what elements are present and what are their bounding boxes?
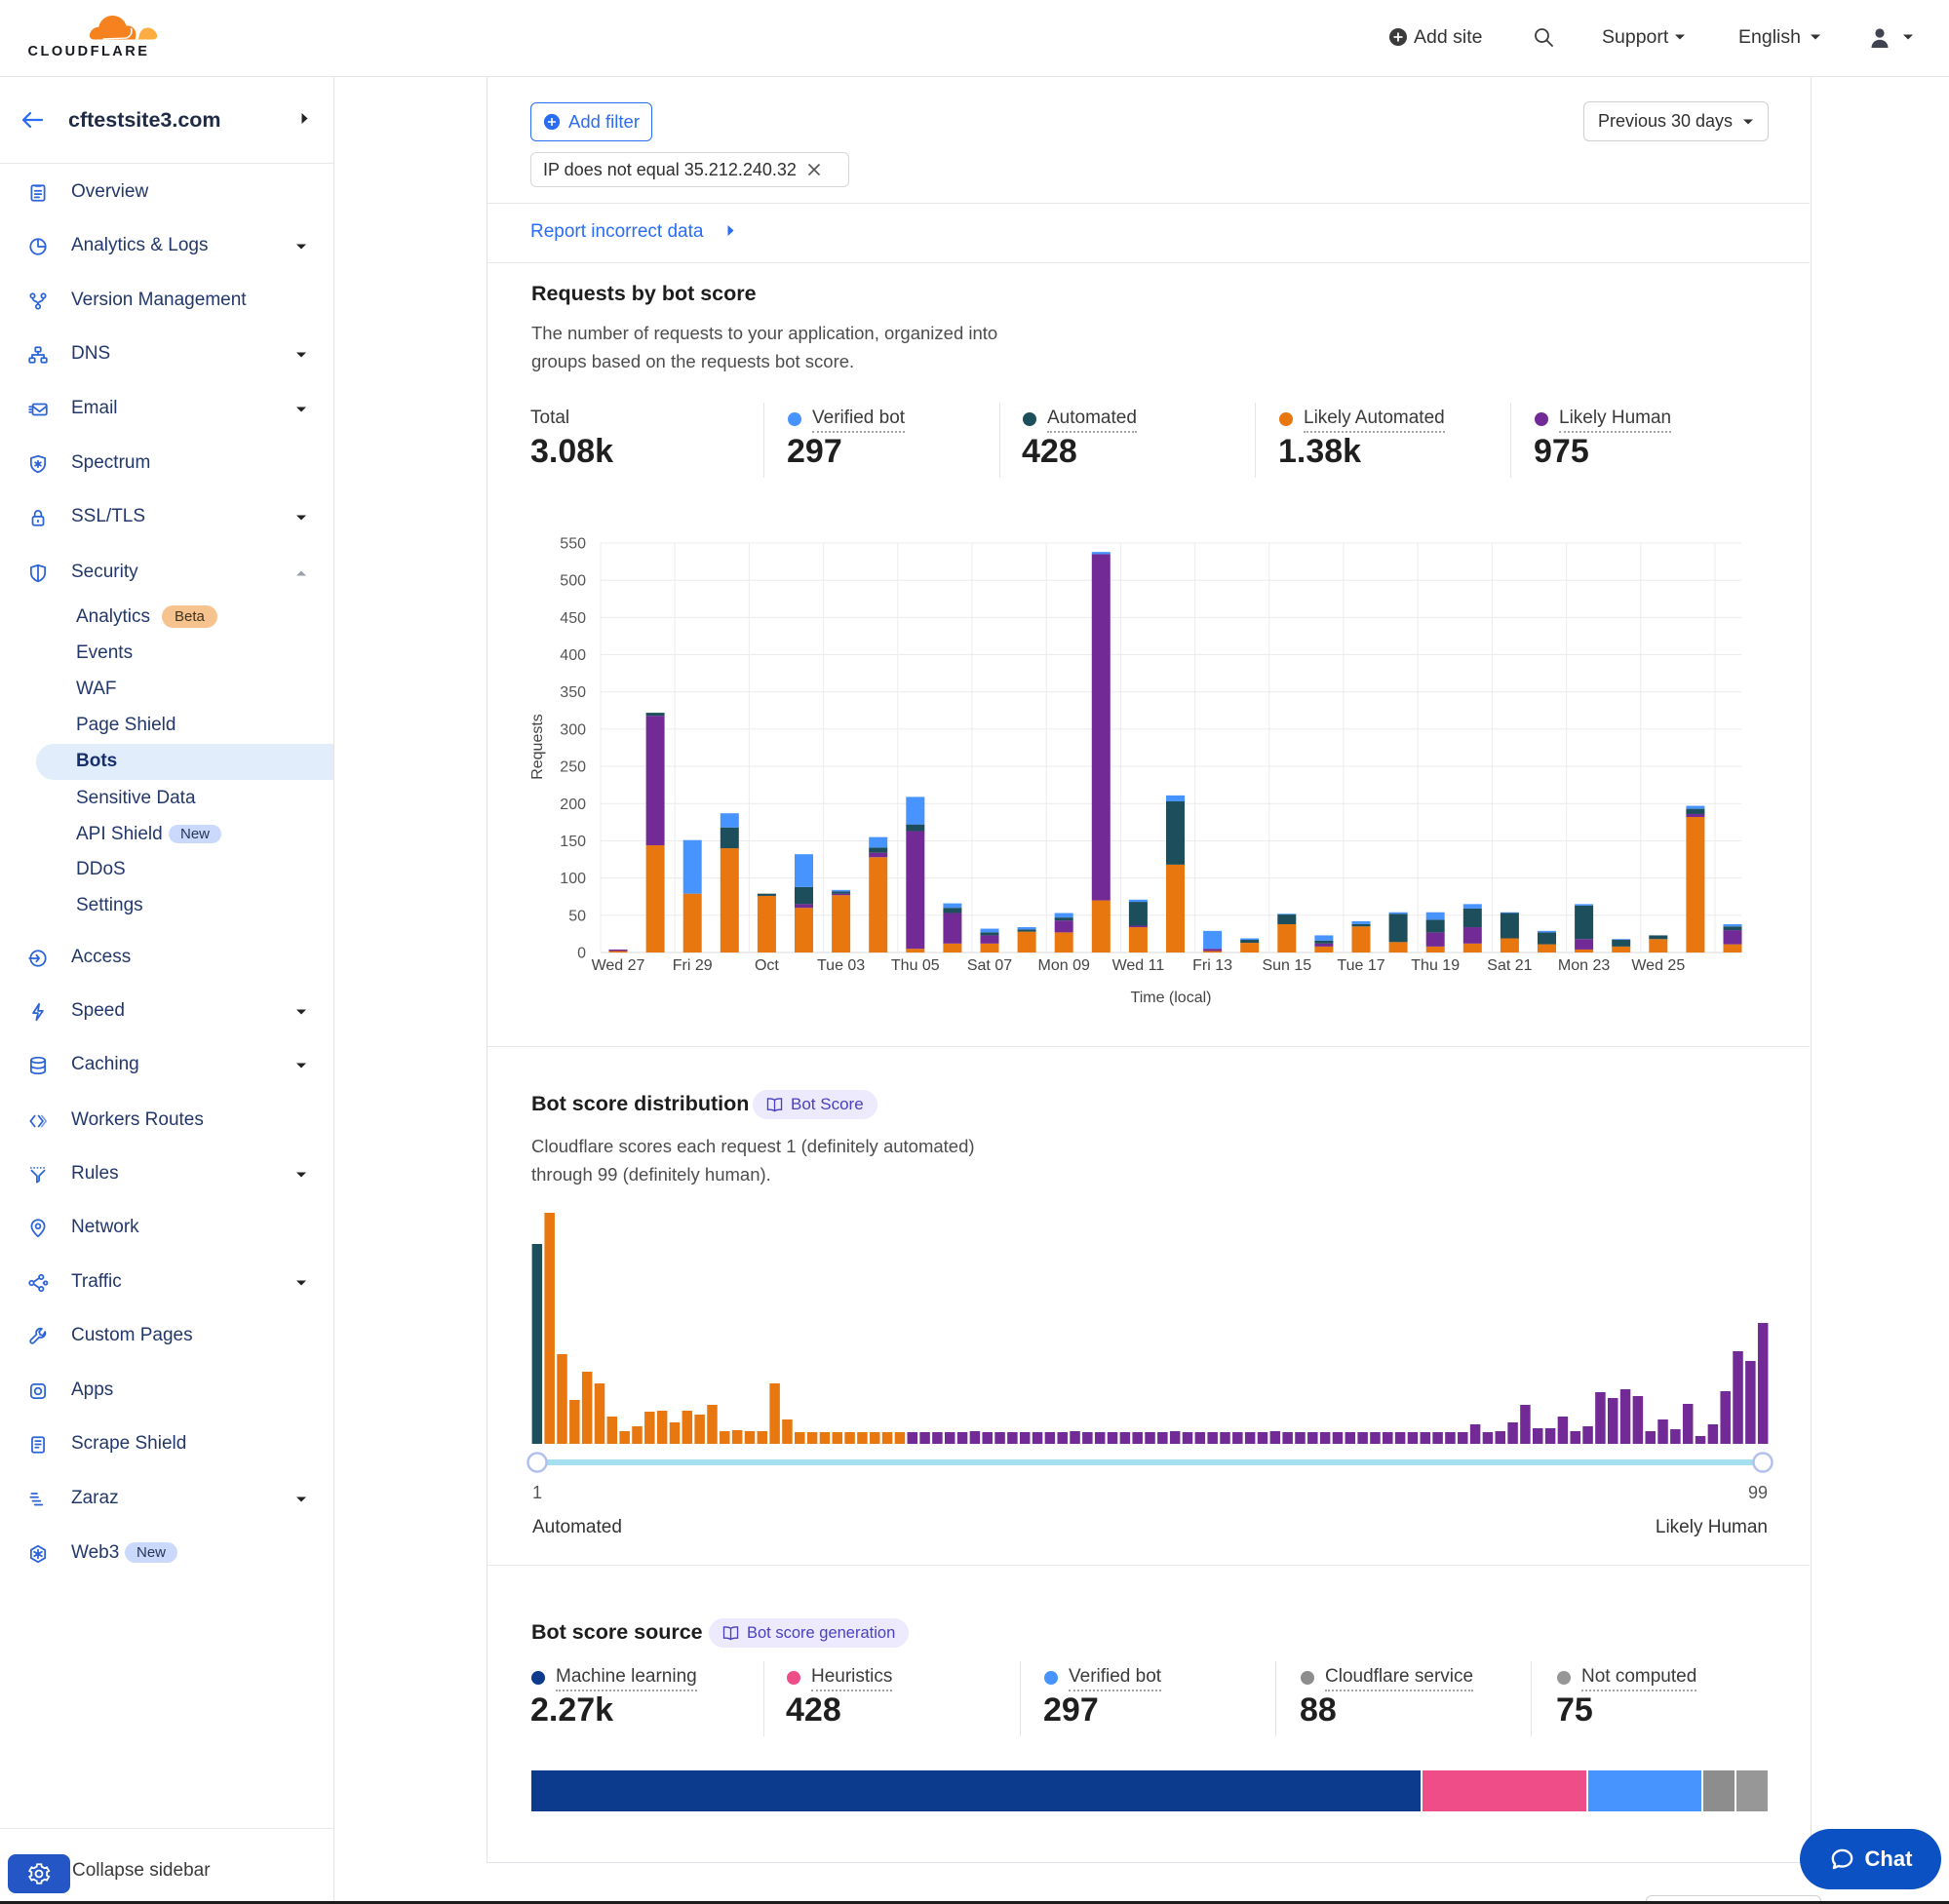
svg-text:Wed 27: Wed 27	[592, 957, 645, 974]
svg-text:Tue 03: Tue 03	[817, 957, 865, 974]
svg-text:Mon 09: Mon 09	[1038, 957, 1090, 974]
svg-text:300: 300	[560, 721, 586, 738]
svg-text:Requests: Requests	[529, 714, 546, 780]
svg-text:500: 500	[560, 573, 586, 590]
svg-text:0: 0	[577, 946, 586, 962]
svg-text:100: 100	[560, 871, 586, 887]
svg-text:550: 550	[560, 536, 586, 553]
svg-text:Time (local): Time (local)	[1131, 990, 1212, 1006]
svg-text:Tue 17: Tue 17	[1337, 957, 1384, 974]
svg-text:Wed 11: Wed 11	[1112, 957, 1165, 974]
svg-text:450: 450	[560, 610, 586, 627]
svg-text:250: 250	[560, 759, 586, 776]
svg-text:Likely Human: Likely Human	[1656, 1517, 1768, 1537]
svg-text:Sat 21: Sat 21	[1487, 957, 1532, 974]
svg-text:99: 99	[1748, 1483, 1768, 1502]
svg-text:Wed 25: Wed 25	[1631, 957, 1685, 974]
svg-text:50: 50	[568, 908, 586, 924]
svg-text:Sun 15: Sun 15	[1262, 957, 1311, 974]
svg-text:1: 1	[532, 1483, 542, 1502]
svg-text:Automated: Automated	[532, 1517, 622, 1537]
svg-text:Thu 05: Thu 05	[891, 957, 940, 974]
svg-text:Thu 19: Thu 19	[1411, 957, 1460, 974]
svg-text:Fri 13: Fri 13	[1192, 957, 1232, 974]
svg-text:200: 200	[560, 797, 586, 813]
svg-text:Mon 23: Mon 23	[1558, 957, 1610, 974]
svg-text:350: 350	[560, 684, 586, 701]
svg-text:400: 400	[560, 647, 586, 664]
svg-text:150: 150	[560, 834, 586, 850]
svg-text:Sat 07: Sat 07	[967, 957, 1012, 974]
svg-text:Fri 29: Fri 29	[673, 957, 713, 974]
svg-text:Oct: Oct	[755, 957, 779, 974]
